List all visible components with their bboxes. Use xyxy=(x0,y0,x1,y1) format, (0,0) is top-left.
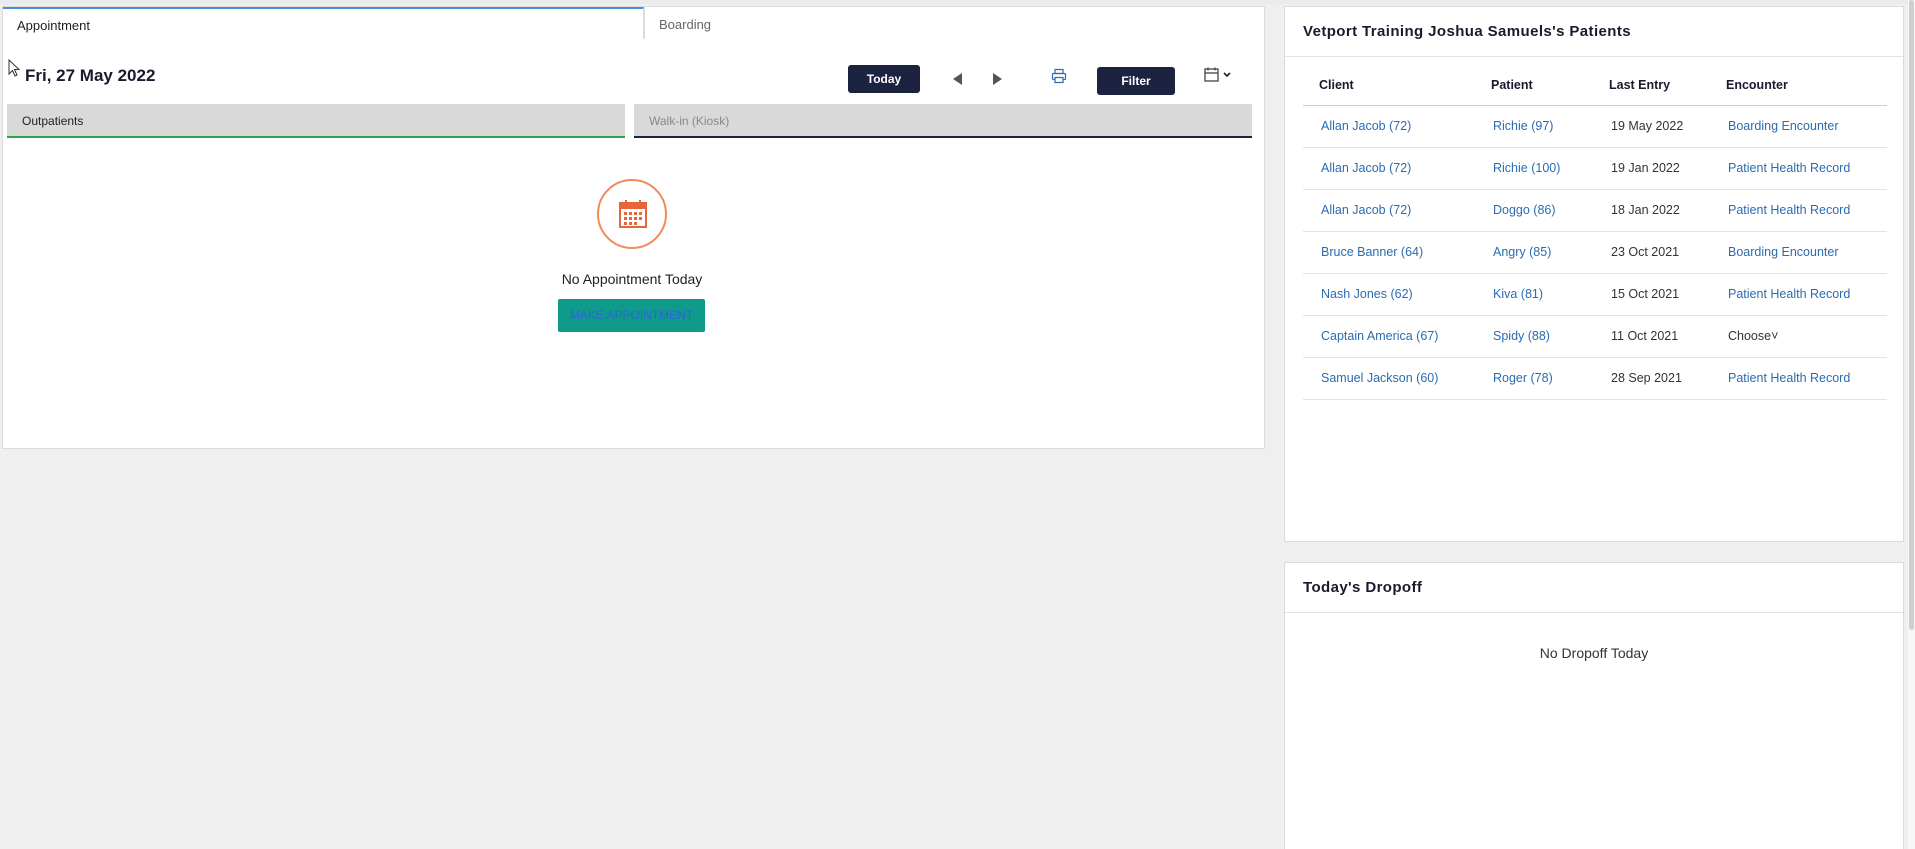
last-entry-date: 28 Sep 2021 xyxy=(1593,357,1710,400)
mouse-cursor-icon xyxy=(8,59,20,77)
column-header-patient: Patient xyxy=(1475,65,1593,106)
patient-link[interactable]: Spidy (88) xyxy=(1475,315,1593,358)
encounter-link[interactable]: Patient Health Record xyxy=(1710,189,1887,232)
last-entry-date: 19 Jan 2022 xyxy=(1593,147,1710,190)
calendar-dropdown-icon[interactable] xyxy=(1204,67,1234,83)
last-entry-date: 15 Oct 2021 xyxy=(1593,273,1710,316)
column-header-client: Client xyxy=(1303,65,1475,106)
table-row: Captain America (67) Spidy (88) 11 Oct 2… xyxy=(1303,315,1887,358)
encounter-link[interactable]: Patient Health Record xyxy=(1710,357,1887,400)
last-entry-date: 11 Oct 2021 xyxy=(1593,315,1710,358)
encounter-link[interactable]: Patient Health Record xyxy=(1710,273,1887,316)
next-day-icon[interactable] xyxy=(993,73,1002,85)
patient-link[interactable]: Doggo (86) xyxy=(1475,189,1593,232)
column-header-encounter: Encounter xyxy=(1710,65,1887,106)
table-row: Bruce Banner (64) Angry (85) 23 Oct 2021… xyxy=(1303,231,1887,274)
encounter-link[interactable]: Boarding Encounter xyxy=(1710,105,1887,148)
patient-link[interactable]: Richie (97) xyxy=(1475,105,1593,148)
today-button[interactable]: Today xyxy=(848,65,920,93)
table-row: Allan Jacob (72) Richie (97) 19 May 2022… xyxy=(1303,105,1887,148)
patient-type-tabs: Outpatients Walk-in (Kiosk) xyxy=(7,104,1257,138)
column-header-last-entry: Last Entry xyxy=(1593,65,1710,106)
table-row: Allan Jacob (72) Richie (100) 19 Jan 202… xyxy=(1303,147,1887,190)
patient-link[interactable]: Roger (78) xyxy=(1475,357,1593,400)
patient-link[interactable]: Kiva (81) xyxy=(1475,273,1593,316)
chevron-down-icon: ˅ xyxy=(1771,329,1779,343)
client-link[interactable]: Captain America (67) xyxy=(1303,315,1475,358)
patient-link[interactable]: Angry (85) xyxy=(1475,231,1593,274)
top-border xyxy=(0,0,1915,4)
divider xyxy=(1285,612,1903,613)
calendar-icon xyxy=(597,179,667,249)
main-tabs: Appointment Boarding xyxy=(3,7,1264,39)
client-link[interactable]: Nash Jones (62) xyxy=(1303,273,1475,316)
client-link[interactable]: Bruce Banner (64) xyxy=(1303,231,1475,274)
dropoff-panel-title: Today's Dropoff xyxy=(1303,579,1423,596)
no-dropoff-message: No Dropoff Today xyxy=(1539,645,1649,661)
divider xyxy=(1285,56,1903,57)
filter-button[interactable]: Filter xyxy=(1097,67,1175,95)
print-icon[interactable] xyxy=(1051,68,1067,84)
patients-panel-title: Vetport Training Joshua Samuels's Patien… xyxy=(1303,23,1631,40)
previous-day-icon[interactable] xyxy=(953,73,962,85)
encounter-link[interactable]: Boarding Encounter xyxy=(1710,231,1887,274)
tab-boarding[interactable]: Boarding xyxy=(644,7,1264,39)
table-row: Nash Jones (62) Kiva (81) 15 Oct 2021 Pa… xyxy=(1303,273,1887,316)
patient-link[interactable]: Richie (100) xyxy=(1475,147,1593,190)
encounter-link[interactable]: Patient Health Record xyxy=(1710,147,1887,190)
table-row: Samuel Jackson (60) Roger (78) 28 Sep 20… xyxy=(1303,357,1887,400)
last-entry-date: 18 Jan 2022 xyxy=(1593,189,1710,232)
dropoff-panel: Today's Dropoff No Dropoff Today xyxy=(1284,562,1904,849)
client-link[interactable]: Allan Jacob (72) xyxy=(1303,105,1475,148)
appointment-toolbar: Fri, 27 May 2022 Today Filter xyxy=(3,49,1264,99)
client-link[interactable]: Samuel Jackson (60) xyxy=(1303,357,1475,400)
appointment-panel: Appointment Boarding Fri, 27 May 2022 To… xyxy=(2,6,1265,449)
encounter-choose-dropdown[interactable]: Choose˅ xyxy=(1710,315,1887,358)
scrollbar-thumb[interactable] xyxy=(1909,0,1914,630)
last-entry-date: 19 May 2022 xyxy=(1593,105,1710,148)
last-entry-date: 23 Oct 2021 xyxy=(1593,231,1710,274)
table-header-row: Client Patient Last Entry Encounter xyxy=(1303,65,1887,106)
choose-label: Choose xyxy=(1728,329,1772,343)
no-appointment-message: No Appointment Today xyxy=(561,271,703,287)
client-link[interactable]: Allan Jacob (72) xyxy=(1303,189,1475,232)
client-link[interactable]: Allan Jacob (72) xyxy=(1303,147,1475,190)
tab-appointment[interactable]: Appointment xyxy=(3,7,644,39)
current-date: Fri, 27 May 2022 xyxy=(25,66,156,85)
patients-panel: Vetport Training Joshua Samuels's Patien… xyxy=(1284,6,1904,542)
make-appointment-button[interactable]: MAKE APPOINTMENT xyxy=(558,299,705,332)
tab-outpatients[interactable]: Outpatients xyxy=(7,104,625,138)
table-row: Allan Jacob (72) Doggo (86) 18 Jan 2022 … xyxy=(1303,189,1887,232)
tab-walkin-kiosk[interactable]: Walk-in (Kiosk) xyxy=(634,104,1252,138)
patients-table: Client Patient Last Entry Encounter Alla… xyxy=(1303,65,1887,400)
